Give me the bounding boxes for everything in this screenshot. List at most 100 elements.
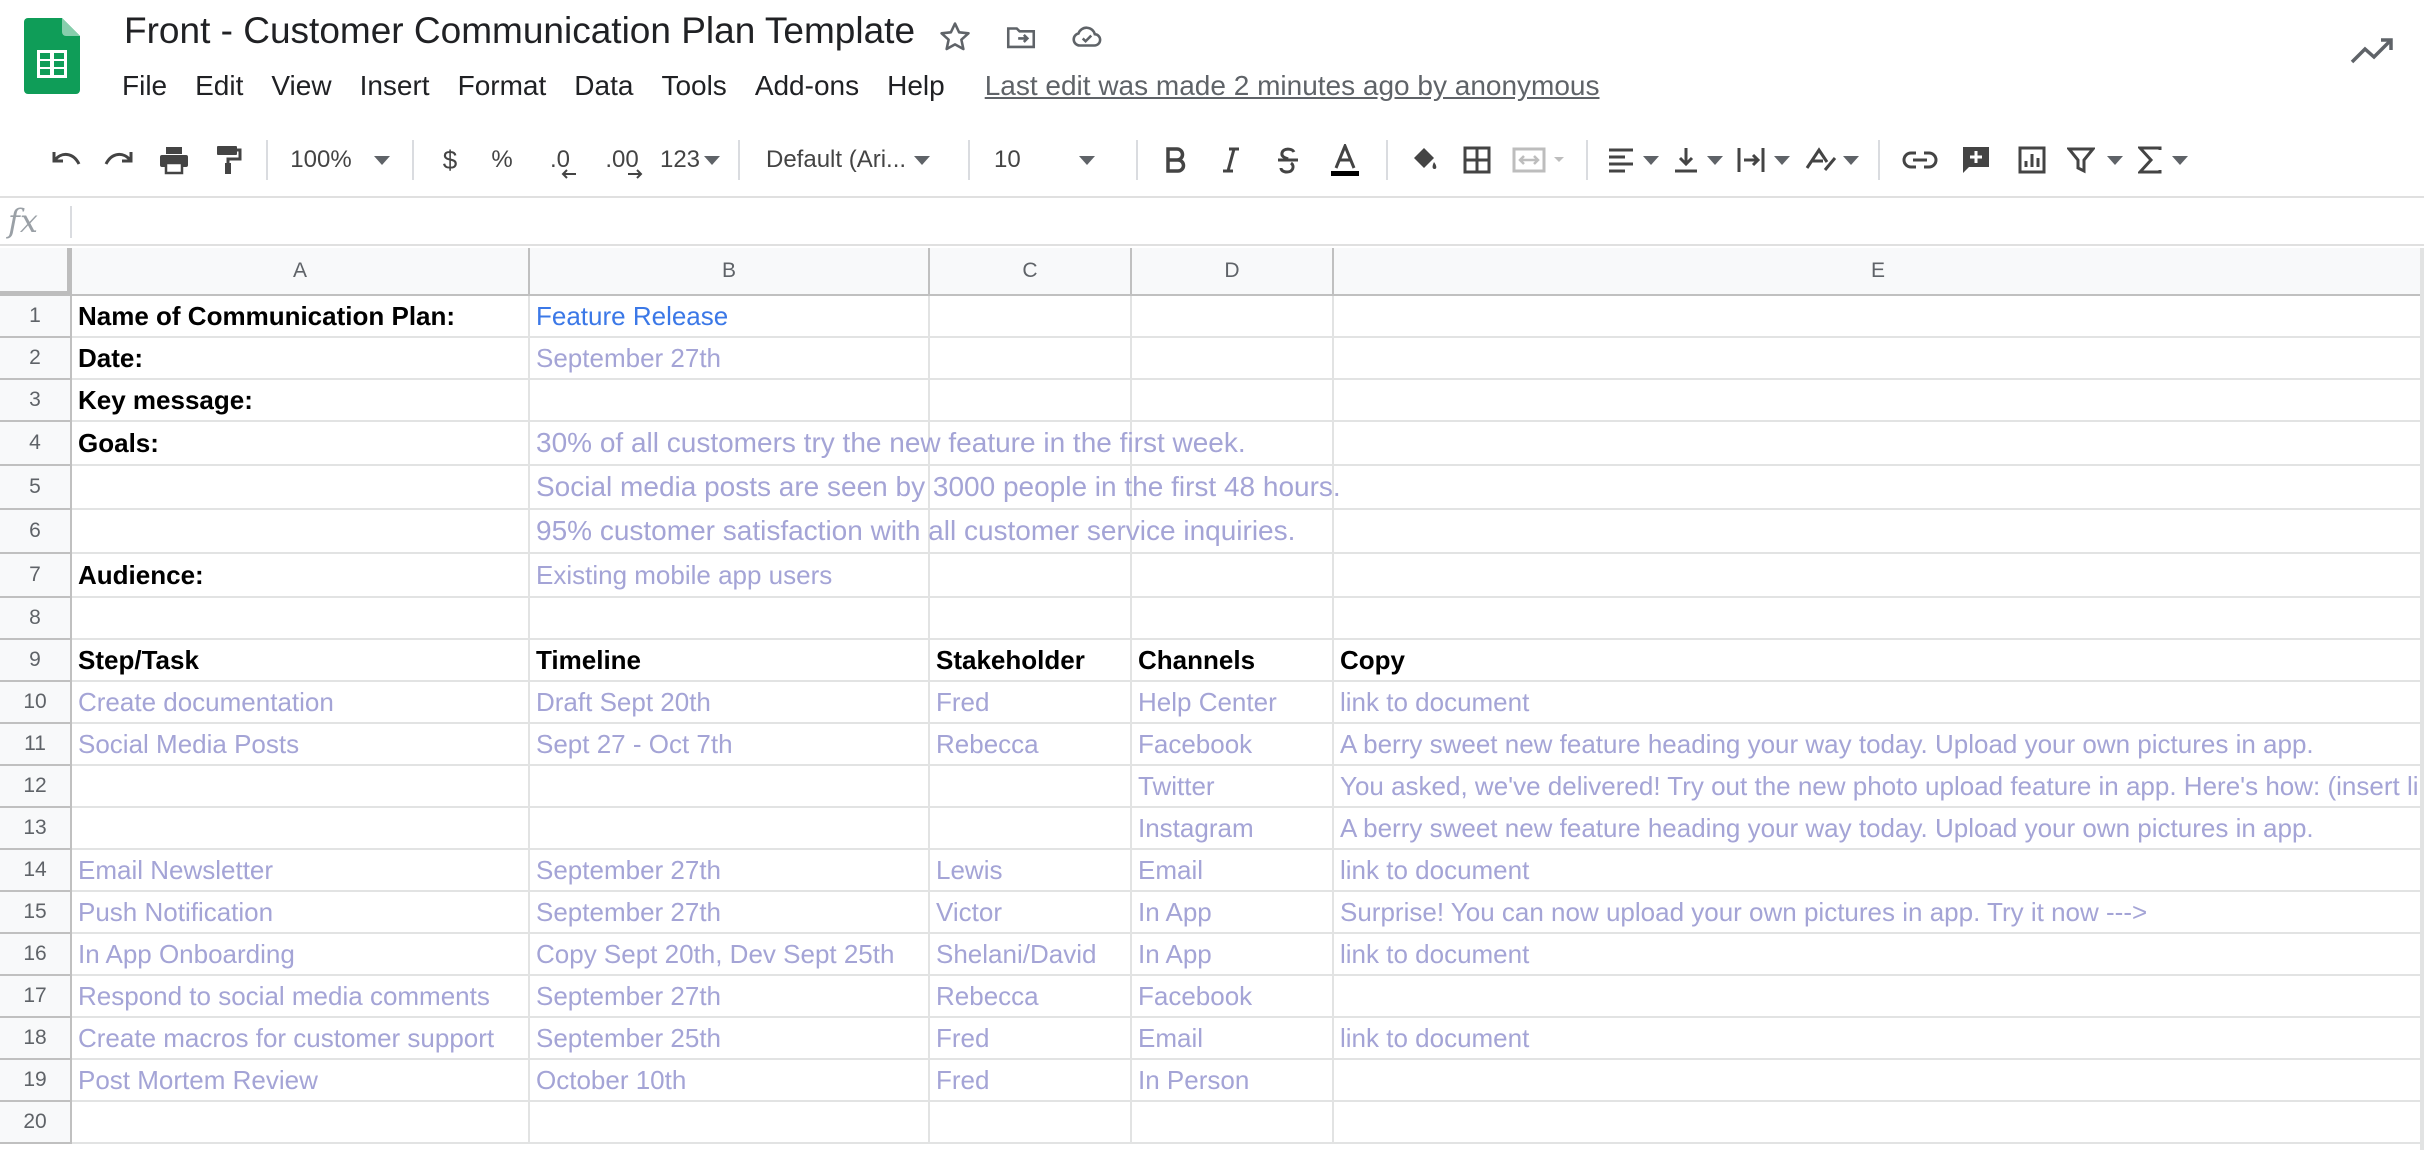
- cell-d9[interactable]: Channels: [1132, 640, 1334, 682]
- cell-c7[interactable]: [930, 554, 1132, 598]
- font-size-select[interactable]: 10: [982, 134, 1124, 186]
- merge-cells-icon[interactable]: [1504, 134, 1574, 186]
- cell-a9[interactable]: Step/Task: [72, 640, 530, 682]
- row-header-18[interactable]: 18: [0, 1018, 72, 1060]
- percent-format-button[interactable]: %: [474, 134, 530, 186]
- cell-c19[interactable]: Fred: [930, 1060, 1132, 1102]
- cell-b5[interactable]: Social media posts are seen by 3000 peop…: [530, 466, 1341, 510]
- text-color-icon[interactable]: [1316, 134, 1374, 186]
- cell-a12[interactable]: [72, 766, 530, 808]
- column-header-e[interactable]: E: [1334, 248, 2424, 296]
- row-header-1[interactable]: 1: [0, 296, 72, 338]
- cell-b10[interactable]: Draft Sept 20th: [530, 682, 930, 724]
- cell-a14[interactable]: Email Newsletter: [72, 850, 530, 892]
- cell-a4[interactable]: Goals:: [72, 422, 530, 466]
- more-formats-select[interactable]: 123: [654, 134, 726, 186]
- cell-e5[interactable]: [1334, 466, 2424, 510]
- cell-a20[interactable]: [72, 1102, 530, 1144]
- cell-b16[interactable]: Copy Sept 20th, Dev Sept 25th: [530, 934, 930, 976]
- fill-color-icon[interactable]: [1400, 134, 1450, 186]
- cell-c11[interactable]: Rebecca: [930, 724, 1132, 766]
- last-edit-link[interactable]: Last edit was made 2 minutes ago by anon…: [985, 70, 1600, 102]
- cell-a11[interactable]: Social Media Posts: [72, 724, 530, 766]
- cell-a6[interactable]: [72, 510, 530, 554]
- cell-c3[interactable]: [930, 380, 1132, 422]
- undo-icon[interactable]: [44, 134, 90, 186]
- menu-file[interactable]: File: [122, 70, 167, 102]
- cell-c8[interactable]: [930, 598, 1132, 640]
- decrease-decimal-button[interactable]: .0: [530, 134, 590, 186]
- menu-addons[interactable]: Add-ons: [755, 70, 859, 102]
- column-header-a[interactable]: A: [72, 248, 530, 296]
- cell-d3[interactable]: [1132, 380, 1334, 422]
- cell-d15[interactable]: In App: [1132, 892, 1334, 934]
- cell-e15[interactable]: Surprise! You can now upload your own pi…: [1334, 892, 2424, 934]
- cell-c10[interactable]: Fred: [930, 682, 1132, 724]
- cell-d7[interactable]: [1132, 554, 1334, 598]
- cell-b9[interactable]: Timeline: [530, 640, 930, 682]
- row-header-6[interactable]: 6: [0, 510, 72, 554]
- cell-e12[interactable]: You asked, we've delivered! Try out the …: [1334, 766, 2424, 808]
- cell-d16[interactable]: In App: [1132, 934, 1334, 976]
- cell-d13[interactable]: Instagram: [1132, 808, 1334, 850]
- cell-b17[interactable]: September 27th: [530, 976, 930, 1018]
- cell-b3[interactable]: [530, 380, 930, 422]
- text-wrap-icon[interactable]: [1730, 134, 1796, 186]
- increase-decimal-button[interactable]: .00: [590, 134, 654, 186]
- strikethrough-icon[interactable]: [1260, 134, 1316, 186]
- cell-b14[interactable]: September 27th: [530, 850, 930, 892]
- insert-comment-icon[interactable]: [1948, 134, 2004, 186]
- cell-d8[interactable]: [1132, 598, 1334, 640]
- row-header-10[interactable]: 10: [0, 682, 72, 724]
- cell-d2[interactable]: [1132, 338, 1334, 380]
- cell-c9[interactable]: Stakeholder: [930, 640, 1132, 682]
- cell-e8[interactable]: [1334, 598, 2424, 640]
- cell-d14[interactable]: Email: [1132, 850, 1334, 892]
- cell-e7[interactable]: [1334, 554, 2424, 598]
- column-header-c[interactable]: C: [930, 248, 1132, 296]
- row-header-8[interactable]: 8: [0, 598, 72, 640]
- cell-b13[interactable]: [530, 808, 930, 850]
- horizontal-align-icon[interactable]: [1600, 134, 1666, 186]
- filter-icon[interactable]: [2060, 134, 2130, 186]
- insert-link-icon[interactable]: [1892, 134, 1948, 186]
- cell-c13[interactable]: [930, 808, 1132, 850]
- row-header-20[interactable]: 20: [0, 1102, 72, 1144]
- font-family-select[interactable]: Default (Ari...: [752, 134, 956, 186]
- menu-edit[interactable]: Edit: [195, 70, 243, 102]
- row-header-7[interactable]: 7: [0, 554, 72, 598]
- cell-d1[interactable]: [1132, 296, 1334, 338]
- cell-d18[interactable]: Email: [1132, 1018, 1334, 1060]
- cell-e6[interactable]: [1334, 510, 2424, 554]
- cell-e11[interactable]: A berry sweet new feature heading your w…: [1334, 724, 2424, 766]
- cell-b6[interactable]: 95% customer satisfaction with all custo…: [530, 510, 1295, 554]
- cell-a10[interactable]: Create documentation: [72, 682, 530, 724]
- cell-b15[interactable]: September 27th: [530, 892, 930, 934]
- cell-a13[interactable]: [72, 808, 530, 850]
- cloud-status-icon[interactable]: [1068, 18, 1106, 56]
- menu-format[interactable]: Format: [458, 70, 547, 102]
- print-icon[interactable]: [146, 134, 202, 186]
- cell-d17[interactable]: Facebook: [1132, 976, 1334, 1018]
- cell-c12[interactable]: [930, 766, 1132, 808]
- italic-icon[interactable]: [1202, 134, 1260, 186]
- cell-b20[interactable]: [530, 1102, 930, 1144]
- cell-a3[interactable]: Key message:: [72, 380, 530, 422]
- star-icon[interactable]: [936, 18, 974, 56]
- cell-a18[interactable]: Create macros for customer support: [72, 1018, 530, 1060]
- cell-a16[interactable]: In App Onboarding: [72, 934, 530, 976]
- cell-a8[interactable]: [72, 598, 530, 640]
- functions-icon[interactable]: [2130, 134, 2196, 186]
- cell-e4[interactable]: [1334, 422, 2424, 466]
- row-header-19[interactable]: 19: [0, 1060, 72, 1102]
- cell-b12[interactable]: [530, 766, 930, 808]
- cell-a19[interactable]: Post Mortem Review: [72, 1060, 530, 1102]
- cell-e9[interactable]: Copy: [1334, 640, 2424, 682]
- row-header-11[interactable]: 11: [0, 724, 72, 766]
- row-header-2[interactable]: 2: [0, 338, 72, 380]
- cell-d19[interactable]: In Person: [1132, 1060, 1334, 1102]
- document-title[interactable]: Front - Customer Communication Plan Temp…: [124, 10, 915, 52]
- cell-a5[interactable]: [72, 466, 530, 510]
- insert-chart-icon[interactable]: [2004, 134, 2060, 186]
- menu-view[interactable]: View: [271, 70, 331, 102]
